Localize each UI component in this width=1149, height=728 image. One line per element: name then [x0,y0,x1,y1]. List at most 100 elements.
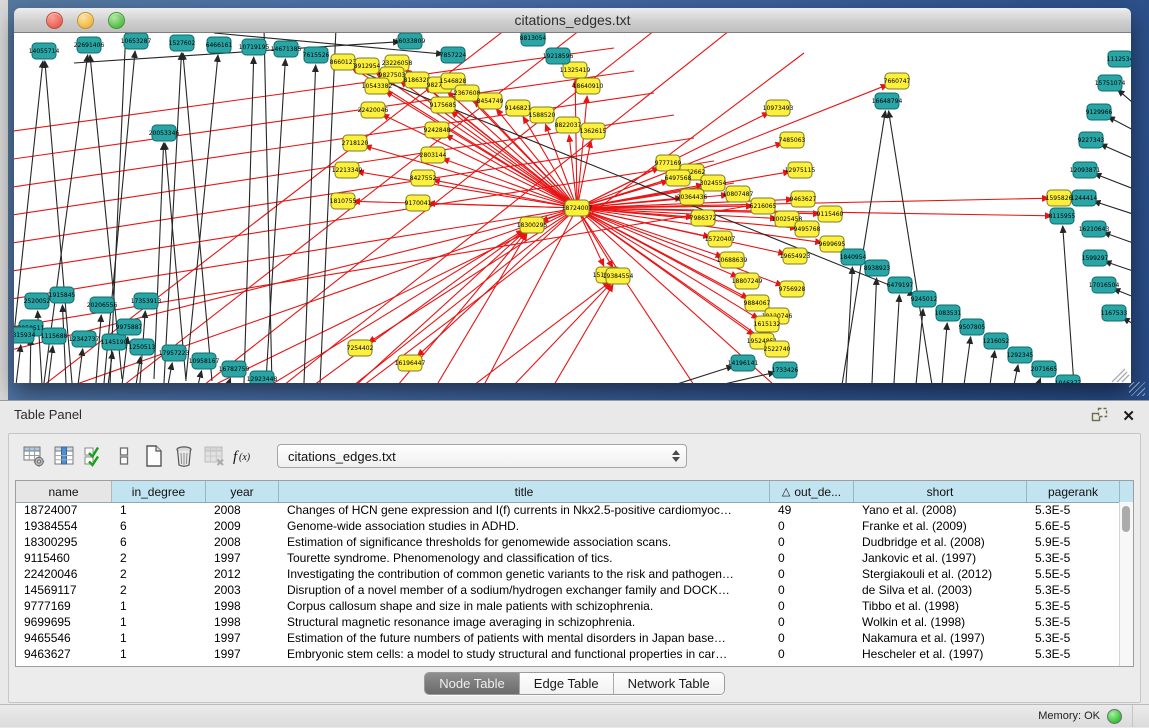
column-header-short[interactable]: short [854,481,1027,502]
table-cell: 5.5E-5 [1027,567,1120,581]
table-cell: Corpus callosum shape and size in male p… [279,599,770,613]
minimize-window-button[interactable] [77,12,94,29]
table-cell: 0 [770,599,854,613]
table-cell: Investigating the contribution of common… [279,567,770,581]
column-header-pagerank[interactable]: pagerank [1027,481,1120,502]
table-row[interactable]: 1830029562008Estimation of significance … [16,534,1120,550]
column-header-out_de[interactable]: △out_de... [770,481,854,502]
table-cell: 1 [112,599,206,613]
graph-node-label: 18807249 [732,278,763,285]
column-header-year[interactable]: year [206,481,279,502]
table-cell: 9115460 [16,551,112,565]
table-cell: 9463627 [16,647,112,661]
table-cell: Tourette syndrome. Phenomenology and cla… [279,551,770,565]
table-cell: 1997 [206,647,279,661]
graph-node-label: 18640910 [573,83,604,90]
table-cell: Franke et al. (2009) [854,519,1027,533]
graph-node-label: 9884067 [744,300,771,307]
table-cell: 9465546 [16,631,112,645]
table-cell: 1 [112,631,206,645]
trash-button[interactable] [169,441,199,471]
graph-node-label: 8427552 [410,175,437,182]
table-panel-content: f (x) citations_edges.txt namein_degreey… [8,433,1141,703]
table-cell: 1997 [206,631,279,645]
table-cell: 19384554 [16,519,112,533]
graph-node-label: 19384554 [603,273,634,280]
rows-button[interactable] [109,441,139,471]
column-header-title[interactable]: title [279,481,770,502]
table-cell: 2003 [206,583,279,597]
function-builder-button[interactable]: f (x) [229,441,259,471]
network-desktop: citations_edges.txt 18724007183002958660… [8,0,1149,400]
graph-node-label: 10958167 [189,358,220,365]
graph-node-label: 1112534 [1107,56,1131,63]
table-row[interactable]: 977716911998Corpus callosum shape and si… [16,598,1120,614]
tab-network-table[interactable]: Network Table [613,673,724,694]
table-cell: 2012 [206,567,279,581]
table-row[interactable]: 1938455462009Genome-wide association stu… [16,518,1120,534]
scrollbar-thumb[interactable] [1122,506,1130,532]
column-visibility-button[interactable] [49,441,79,471]
table-cell: 0 [770,647,854,661]
graph-node-label: 6466161 [206,42,233,49]
desktop-resize-grip[interactable] [1129,382,1145,396]
graph-node-label: 16782759 [219,366,250,373]
graph-node-label: 23226058 [382,60,413,67]
table-row[interactable]: 969969511998Structural magnetic resonanc… [16,614,1120,630]
tab-node-table[interactable]: Node Table [425,673,519,694]
vertical-scrollbar[interactable] [1119,502,1133,666]
table-row[interactable]: 1872400712008Changes of HCN gene express… [16,502,1120,518]
network-window-titlebar[interactable]: citations_edges.txt [14,8,1131,33]
graph-node-label: 6216065 [750,203,777,210]
table-cell: 0 [770,551,854,565]
graph-node-label: 17957223 [159,350,190,357]
svg-text:(x): (x) [239,452,251,463]
graph-node-label: 3315934 [14,332,36,339]
graph-node-label: 7254402 [347,345,374,352]
graph-node-label: 9507805 [959,324,986,331]
table-body: 1872400712008Changes of HCN gene express… [16,502,1120,666]
new-document-button[interactable] [139,441,169,471]
graph-node-label: 14671385 [271,46,302,53]
table-cell: 0 [770,631,854,645]
graph-node-label: 9175685 [430,102,457,109]
table-row[interactable]: 2242004622012Investigating the contribut… [16,566,1120,582]
citation-network-graph[interactable]: 1872400718300295866012389129542322605898… [14,33,1131,383]
column-header-name[interactable]: name [16,481,112,502]
graph-node-label: 10543382 [362,83,393,90]
table-cell: 0 [770,519,854,533]
select-columns-button[interactable] [79,441,109,471]
memory-status-label: Memory: OK [1038,710,1100,722]
table-row[interactable]: 946362711997Embryonic stem cells: a mode… [16,646,1120,662]
table-selector-dropdown[interactable]: citations_edges.txt [277,444,687,468]
graph-node-label: 1362615 [580,128,607,135]
close-panel-icon[interactable]: ✕ [1122,409,1135,425]
graph-node-label: 16196447 [395,360,426,367]
table-type-tabs: Node TableEdge TableNetwork Table [424,672,725,695]
table-cell: 5.3E-5 [1027,647,1120,661]
table-cell: Wolkin et al. (1998) [854,615,1027,629]
table-settings-button[interactable] [19,441,49,471]
graph-node-label: 2520052 [24,298,51,305]
table-cell: 0 [770,535,854,549]
float-panel-icon[interactable] [1091,407,1108,427]
table-cell: Hescheler et al. (1997) [854,647,1027,661]
column-header-in_degree[interactable]: in_degree [112,481,206,502]
network-canvas[interactable]: 1872400718300295866012389129542322605898… [14,33,1131,383]
graph-node-label: 1810755 [330,198,357,205]
table-cell: 14569117 [16,583,112,597]
tab-edge-table[interactable]: Edge Table [519,673,613,694]
graph-node-label: 22691406 [74,42,105,49]
table-cell: Dudbridge et al. (2008) [854,535,1027,549]
close-window-button[interactable] [46,12,63,29]
graph-node-label: 9170041 [405,200,432,207]
table-row[interactable]: 1456911722003Disruption of a novel membe… [16,582,1120,598]
table-row[interactable]: 911546021997Tourette syndrome. Phenomeno… [16,550,1120,566]
table-cell: Nakamura et al. (1997) [854,631,1027,645]
zoom-window-button[interactable] [108,12,125,29]
table-cell: Yano et al. (2008) [854,503,1027,517]
graph-node-label: 10807487 [723,191,754,198]
table-cell: Changes of HCN gene expression and I(f) … [279,503,770,517]
table-row[interactable]: 946554611997Estimation of the future num… [16,630,1120,646]
table-toolbar: f (x) citations_edges.txt [9,434,1140,478]
